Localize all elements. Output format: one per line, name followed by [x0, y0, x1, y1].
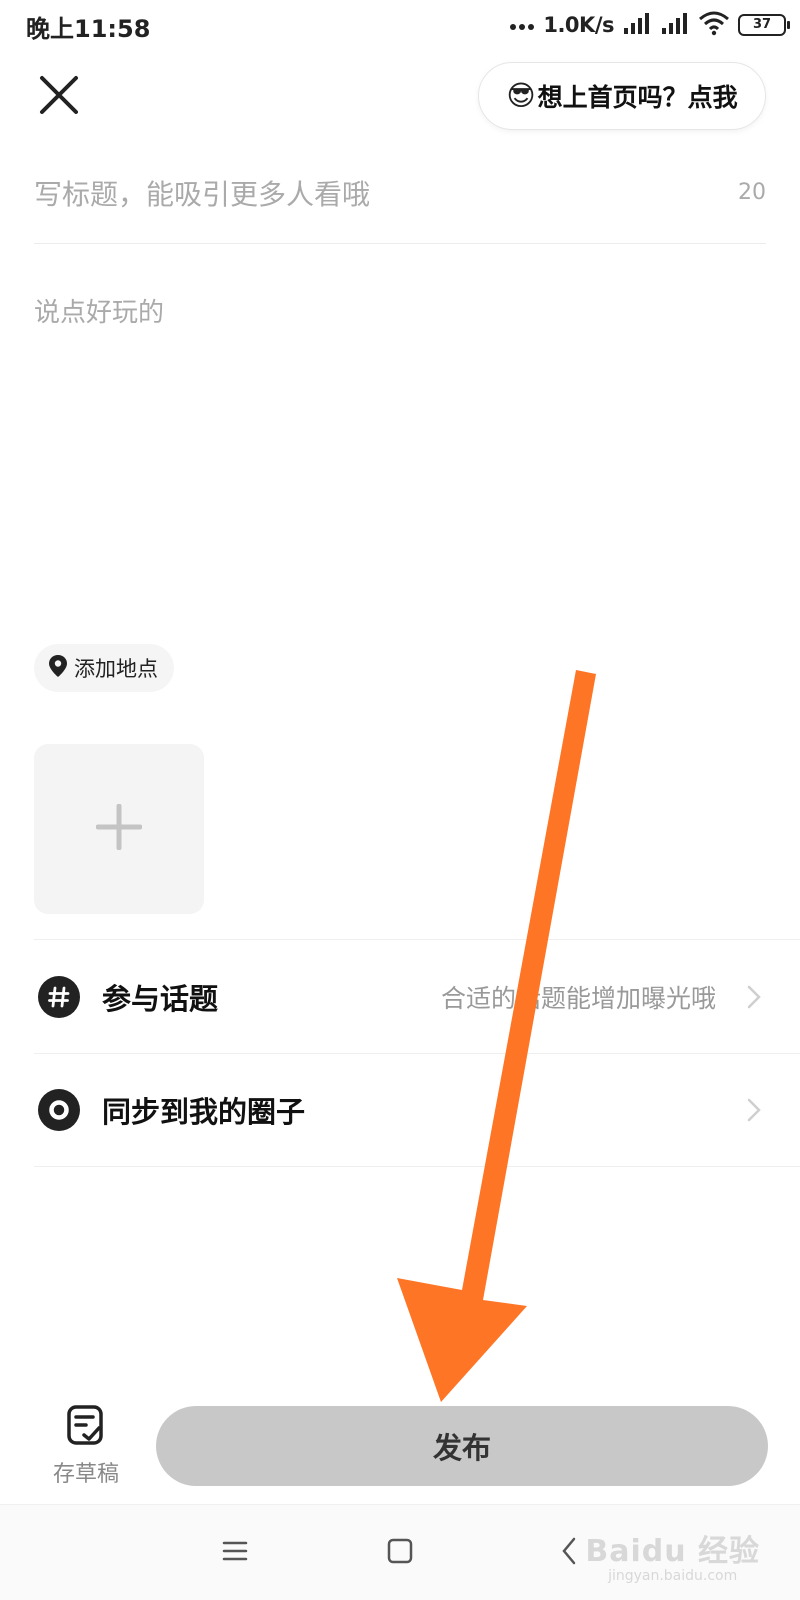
wifi-icon: [698, 10, 730, 40]
status-bar: 晚上11:58 1.0K/s 37: [0, 0, 800, 52]
post-editor-screen: 晚上11:58 1.0K/s 37 😎 想上首页吗？点我 写标题，能吸引更多人看…: [0, 0, 800, 1600]
add-location-button[interactable]: 添加地点: [34, 644, 174, 692]
home-button[interactable]: [378, 1531, 422, 1575]
home-square-icon: [387, 1538, 413, 1568]
dots-icon: [509, 16, 535, 35]
location-pin-icon: [48, 654, 68, 682]
net-speed: 1.0K/s: [543, 13, 614, 37]
publish-button[interactable]: 发布: [156, 1406, 768, 1486]
save-draft-label: 存草稿: [52, 1462, 119, 1487]
sunglasses-emoji-icon: 😎: [506, 79, 536, 112]
title-char-counter: 20: [738, 180, 766, 205]
title-input[interactable]: [34, 172, 674, 216]
save-draft-button[interactable]: 存草稿: [44, 1404, 128, 1494]
back-button[interactable]: [547, 1531, 591, 1575]
menu-button[interactable]: [213, 1531, 257, 1575]
homepage-promo-button[interactable]: 😎 想上首页吗？点我: [478, 62, 766, 130]
close-icon: [39, 75, 79, 119]
title-field-row: 20: [34, 160, 766, 244]
signal-icon: [660, 10, 690, 40]
join-topic-row[interactable]: 参与话题 合适的话题能增加曝光哦: [34, 939, 800, 1053]
join-topic-title: 参与话题: [102, 981, 219, 1016]
menu-icon: [222, 1540, 248, 1566]
add-location-label: 添加地点: [74, 657, 158, 681]
promo-text: 想上首页吗？点我: [537, 83, 738, 112]
sync-to-circle-title: 同步到我的圈子: [102, 1095, 306, 1129]
signal-icon: [622, 10, 652, 40]
circle-icon: [38, 1089, 80, 1131]
battery-icon: 37: [738, 14, 790, 36]
back-chevron-icon: [561, 1537, 577, 1569]
plus-icon: [95, 803, 143, 854]
draft-icon: [66, 1404, 106, 1450]
sync-to-circle-row[interactable]: 同步到我的圈子: [34, 1053, 800, 1167]
status-indicators: 1.0K/s 37: [509, 10, 790, 40]
add-media-tile[interactable]: [34, 744, 204, 914]
system-nav-bar: [0, 1504, 800, 1600]
close-button[interactable]: [34, 72, 84, 122]
body-input[interactable]: [34, 292, 766, 612]
join-topic-hint: 合适的话题能增加曝光哦: [440, 983, 716, 1013]
chevron-right-icon: [734, 985, 774, 1009]
chevron-right-icon: [734, 1098, 774, 1122]
status-time: 晚上11:58: [26, 15, 151, 43]
hashtag-icon: [38, 975, 80, 1018]
